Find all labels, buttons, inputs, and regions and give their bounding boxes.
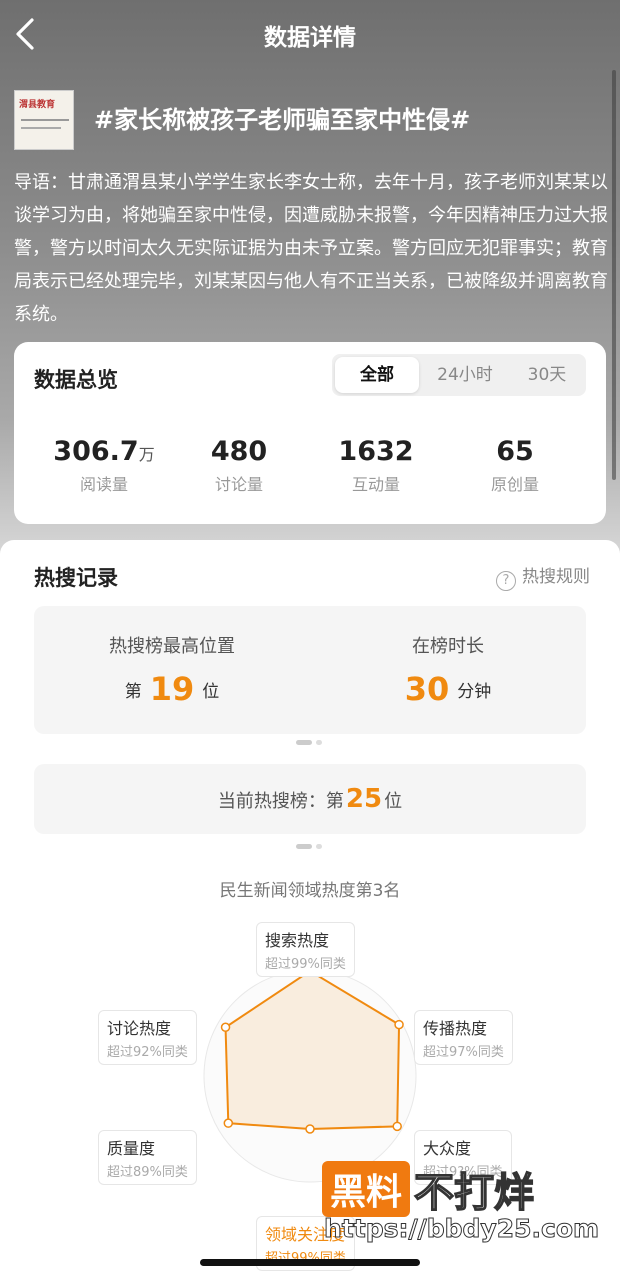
radar-label-sub: 超过89%同类 xyxy=(107,1165,188,1180)
stat-value: 1632 xyxy=(338,436,414,467)
current-prefix: 第 xyxy=(325,791,344,812)
radar-label-title: 质量度 xyxy=(107,1139,156,1158)
radar-point xyxy=(220,1022,231,1032)
peak-prefix: 第 xyxy=(124,682,142,702)
peak-label: 热搜榜最高位置 xyxy=(109,636,235,657)
scrollbar[interactable] xyxy=(612,70,616,480)
watermark-logo: 黑料 不打烊 xyxy=(322,1160,535,1218)
time-range-tabs: 全部 24小时 30天 xyxy=(332,354,586,396)
watermark-badge: 黑料 xyxy=(322,1161,411,1217)
radar-point xyxy=(394,1019,404,1030)
hot-search-rules-link[interactable]: ? 热搜规则 xyxy=(496,562,590,591)
duration-value: 30 xyxy=(404,670,450,708)
stat-label: 阅读量 xyxy=(79,475,128,494)
peak-value: 19 xyxy=(149,670,195,708)
duration-label: 在榜时长 xyxy=(412,636,484,657)
pager-dots xyxy=(296,844,326,850)
stat-interactions: 1632 互动量 xyxy=(306,436,446,495)
radar-label-discussion: 讨论热度 超过92%同类 xyxy=(98,1010,197,1065)
radar-point xyxy=(305,1124,315,1134)
radar-point xyxy=(223,1118,234,1128)
stat-original: 65 原创量 xyxy=(445,436,585,495)
thumbnail-caption: 渭县教育 xyxy=(19,100,56,110)
peak-position: 热搜榜最高位置 第 19 位 xyxy=(34,632,310,708)
radar-label-title: 大众度 xyxy=(423,1139,472,1158)
tab-30d[interactable]: 30天 xyxy=(508,354,586,396)
on-list-duration: 在榜时长 30 分钟 xyxy=(310,632,586,708)
duration-unit: 分钟 xyxy=(457,682,492,702)
stat-value: 306.7 xyxy=(53,436,139,467)
question-circle-icon: ? xyxy=(496,571,516,591)
hot-search-title: 热搜记录 xyxy=(34,566,118,590)
radar-label-sub: 超过92%同类 xyxy=(107,1045,188,1060)
radar-point xyxy=(392,1121,402,1132)
peak-suffix: 位 xyxy=(202,682,220,702)
radar-label-spread: 传播热度 超过97%同类 xyxy=(414,1010,513,1065)
stat-label: 讨论量 xyxy=(214,475,263,494)
radar-label-title: 搜索热度 xyxy=(265,931,330,950)
topic-thumbnail: 渭县教育 xyxy=(14,90,74,150)
rules-label: 热搜规则 xyxy=(522,567,590,587)
nav-bar: 数据详情 xyxy=(0,0,620,70)
topic-intro: 导语：甘肃通渭县某小学学生家长李女士称，去年十月，孩子老师刘某某以谈学习为由，将… xyxy=(14,172,608,325)
pager-dots xyxy=(296,740,326,746)
stat-discussions: 480 讨论量 xyxy=(169,436,309,495)
radar-label-sub: 超过97%同类 xyxy=(423,1045,504,1060)
current-rank: 当前热搜榜：第25 位 xyxy=(34,764,586,834)
radar-label-quality: 质量度 超过89%同类 xyxy=(98,1130,197,1185)
stat-value: 480 xyxy=(210,436,268,467)
radar-label-title: 讨论热度 xyxy=(107,1019,172,1038)
radar-label-title: 传播热度 xyxy=(423,1019,488,1038)
radar-label-search: 搜索热度 超过99%同类 xyxy=(256,922,355,977)
tab-24h[interactable]: 24小时 xyxy=(420,354,510,396)
current-label: 当前热搜榜： xyxy=(217,791,326,812)
page-title: 数据详情 xyxy=(264,25,356,51)
watermark-text: 不打烊 xyxy=(413,1169,535,1217)
topic-title: #家长称被孩子老师骗至家中性侵# xyxy=(94,106,471,134)
current-suffix: 位 xyxy=(384,791,403,812)
hot-search-summary: 热搜榜最高位置 第 19 位 在榜时长 30 分钟 xyxy=(34,606,586,734)
stat-reads: 306.7万 阅读量 xyxy=(34,436,174,495)
stat-value: 65 xyxy=(496,436,534,467)
overview-title: 数据总览 xyxy=(34,368,118,392)
stat-label: 原创量 xyxy=(490,475,539,494)
stat-unit: 万 xyxy=(138,445,155,464)
stat-label: 互动量 xyxy=(351,475,400,494)
field-rank-caption: 民生新闻领域热度第3名 xyxy=(219,881,401,901)
current-value: 25 xyxy=(345,784,383,814)
tab-all[interactable]: 全部 xyxy=(335,357,419,393)
radar-label-sub: 超过99%同类 xyxy=(265,957,346,972)
data-overview-card: 数据总览 全部 24小时 30天 306.7万 阅读量 480 讨论量 1632… xyxy=(14,342,606,524)
home-indicator[interactable] xyxy=(200,1259,420,1266)
watermark-url: https://bbdy25.com xyxy=(323,1214,600,1244)
